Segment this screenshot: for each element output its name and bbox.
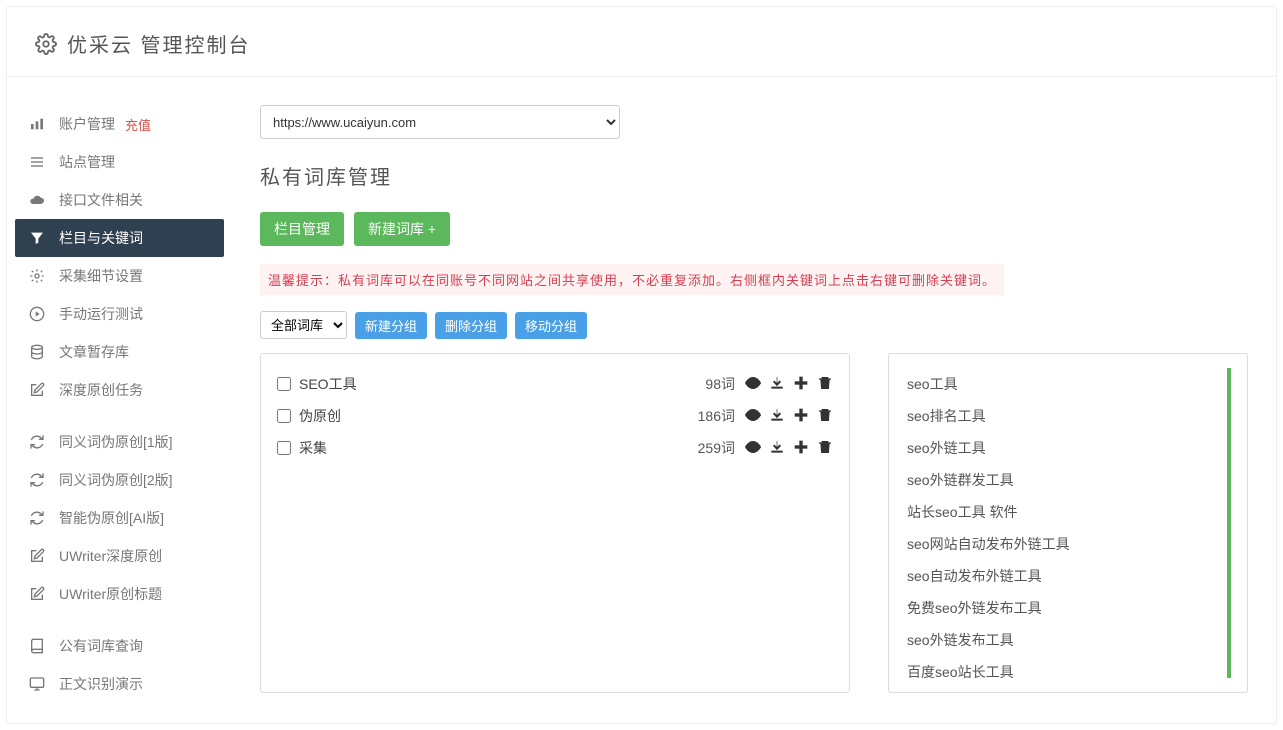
book-icon xyxy=(29,638,45,654)
sidebar-item-refresh[interactable]: 智能伪原创[AI版] xyxy=(15,499,224,537)
keyword-item[interactable]: seo工具 xyxy=(905,368,1219,400)
sidebar-item-label: 同义词伪原创[1版] xyxy=(59,432,173,452)
app-title: 优采云 管理控制台 xyxy=(67,29,251,58)
new-group-button[interactable]: 新建分组 xyxy=(355,312,427,339)
group-name[interactable]: SEO工具 xyxy=(299,374,357,394)
refresh-icon xyxy=(29,510,45,526)
sidebar-item-list[interactable]: 站点管理 xyxy=(15,143,224,181)
cloud-icon xyxy=(29,192,45,208)
sidebar-item-label: 文章暂存库 xyxy=(59,342,129,362)
group-row: SEO工具 98词 xyxy=(277,368,833,400)
eye-icon[interactable] xyxy=(745,375,761,394)
nav-badge: 充值 xyxy=(125,115,151,134)
sidebar-item-database[interactable]: 文章暂存库 xyxy=(15,333,224,371)
sidebar-item-label: 栏目与关键词 xyxy=(59,228,143,248)
group-count: 259词 xyxy=(698,438,735,458)
group-checkbox[interactable] xyxy=(277,441,291,455)
download-icon[interactable] xyxy=(769,407,785,426)
trash-icon[interactable] xyxy=(817,439,833,458)
keyword-item[interactable]: seo外链群发工具 xyxy=(905,464,1219,496)
download-icon[interactable] xyxy=(769,439,785,458)
sidebar-item-label: 站点管理 xyxy=(59,152,115,172)
group-filter-select[interactable]: 全部词库 xyxy=(260,311,347,339)
group-name[interactable]: 采集 xyxy=(299,438,327,458)
eye-icon[interactable] xyxy=(745,407,761,426)
eye-icon[interactable] xyxy=(745,439,761,458)
delete-group-button[interactable]: 删除分组 xyxy=(435,312,507,339)
sidebar-item-edit[interactable]: UWriter原创标题 xyxy=(15,575,224,613)
list-icon xyxy=(29,154,45,170)
keyword-item[interactable]: seo外链工具 xyxy=(905,432,1219,464)
new-library-button[interactable]: 新建词库 + xyxy=(354,212,450,246)
group-checkbox[interactable] xyxy=(277,377,291,391)
sidebar-item-sliders[interactable]: 采集细节设置 xyxy=(15,257,224,295)
sidebar-item-edit[interactable]: UWriter深度原创 xyxy=(15,537,224,575)
monitor-icon xyxy=(29,676,45,692)
bar-chart-icon xyxy=(29,116,45,132)
keyword-item[interactable]: seo排名工具 xyxy=(905,400,1219,432)
sidebar-item-label: 账户管理 xyxy=(59,114,115,134)
sidebar-item-label: 正文识别演示 xyxy=(59,674,143,694)
main-content: https://www.ucaiyun.com 私有词库管理 栏目管理 新建词库… xyxy=(232,77,1276,723)
group-checkbox[interactable] xyxy=(277,409,291,423)
edit-icon xyxy=(29,382,45,398)
group-row: 采集 259词 xyxy=(277,432,833,464)
sidebar-item-play[interactable]: 手动运行测试 xyxy=(15,295,224,333)
column-manage-button[interactable]: 栏目管理 xyxy=(260,212,344,246)
group-count: 186词 xyxy=(698,406,735,426)
database-icon xyxy=(29,344,45,360)
sidebar-item-label: 智能伪原创[AI版] xyxy=(59,508,164,528)
download-icon[interactable] xyxy=(769,375,785,394)
site-select[interactable]: https://www.ucaiyun.com xyxy=(260,105,620,139)
sidebar-item-refresh[interactable]: 同义词伪原创[1版] xyxy=(15,423,224,461)
sidebar-item-bar-chart[interactable]: 账户管理充值 xyxy=(15,105,224,143)
sidebar-item-monitor[interactable]: 正文识别演示 xyxy=(15,665,224,703)
move-group-button[interactable]: 移动分组 xyxy=(515,312,587,339)
sidebar-item-edit[interactable]: 深度原创任务 xyxy=(15,371,224,409)
keyword-item[interactable]: seo外链发布工具 xyxy=(905,624,1219,656)
sidebar-item-refresh[interactable]: 同义词伪原创[2版] xyxy=(15,461,224,499)
sidebar-item-label: 同义词伪原创[2版] xyxy=(59,470,173,490)
sidebar-item-label: UWriter深度原创 xyxy=(59,546,162,566)
keyword-item[interactable]: 免费seo外链发布工具 xyxy=(905,592,1219,624)
trash-icon[interactable] xyxy=(817,407,833,426)
group-count: 98词 xyxy=(705,374,735,394)
keyword-item[interactable]: seo自动发布外链工具 xyxy=(905,560,1219,592)
edit-icon xyxy=(29,586,45,602)
sliders-icon xyxy=(29,268,45,284)
keywords-panel: seo工具seo排名工具seo外链工具seo外链群发工具站长seo工具 软件se… xyxy=(888,353,1248,693)
play-icon xyxy=(29,306,45,322)
keyword-item[interactable]: 百度seo站长工具 xyxy=(905,656,1219,678)
sidebar-item-cloud[interactable]: 接口文件相关 xyxy=(15,181,224,219)
filter-icon xyxy=(29,230,45,246)
sidebar-item-book[interactable]: 公有词库查询 xyxy=(15,627,224,665)
sidebar-item-label: 手动运行测试 xyxy=(59,304,143,324)
warning-tip: 温馨提示：私有词库可以在同账号不同网站之间共享使用，不必重复添加。右侧框内关键词… xyxy=(260,264,1004,295)
sidebar-item-label: 公有词库查询 xyxy=(59,636,143,656)
sidebar-item-label: UWriter原创标题 xyxy=(59,584,162,604)
plus-icon[interactable] xyxy=(793,407,809,426)
gear-icon xyxy=(35,33,57,55)
plus-icon[interactable] xyxy=(793,439,809,458)
app-header: 优采云 管理控制台 xyxy=(7,7,1276,77)
trash-icon[interactable] xyxy=(817,375,833,394)
sidebar-item-label: 深度原创任务 xyxy=(59,380,143,400)
page-title: 私有词库管理 xyxy=(260,161,1248,190)
groups-panel: SEO工具 98词 伪原创 186词 xyxy=(260,353,850,693)
refresh-icon xyxy=(29,472,45,488)
group-name[interactable]: 伪原创 xyxy=(299,406,341,426)
group-row: 伪原创 186词 xyxy=(277,400,833,432)
sidebar: 账户管理充值 站点管理 接口文件相关 栏目与关键词 采集细节设置 手动运行测试 … xyxy=(7,77,232,723)
keyword-item[interactable]: 站长seo工具 软件 xyxy=(905,496,1219,528)
plus-icon[interactable] xyxy=(793,375,809,394)
sidebar-item-filter[interactable]: 栏目与关键词 xyxy=(15,219,224,257)
sidebar-item-label: 采集细节设置 xyxy=(59,266,143,286)
keyword-item[interactable]: seo网站自动发布外链工具 xyxy=(905,528,1219,560)
refresh-icon xyxy=(29,434,45,450)
sidebar-item-label: 接口文件相关 xyxy=(59,190,143,210)
edit-icon xyxy=(29,548,45,564)
